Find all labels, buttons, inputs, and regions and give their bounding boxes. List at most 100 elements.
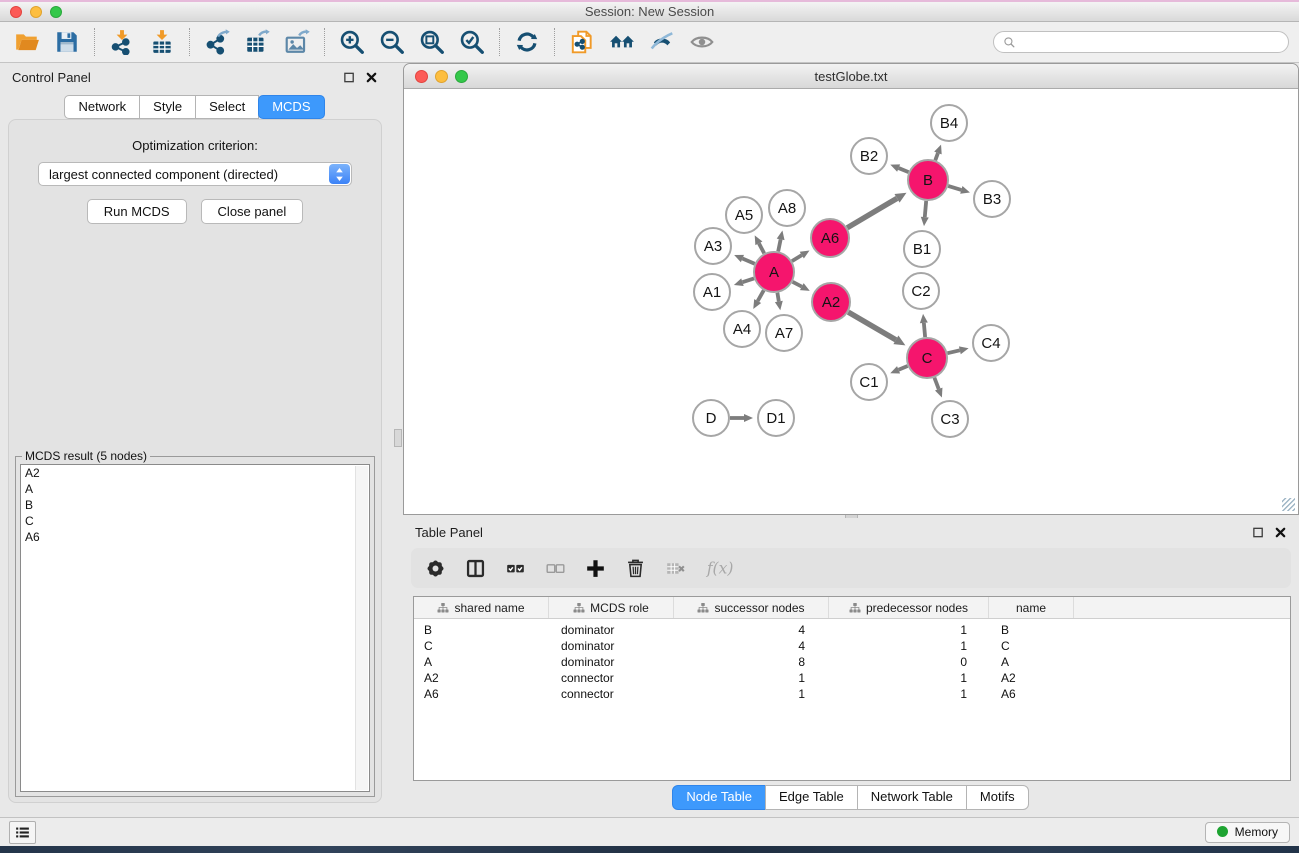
graph-node-A2[interactable]: A2	[812, 283, 850, 321]
open-session-button[interactable]	[14, 29, 40, 55]
table-options-button[interactable]	[425, 558, 446, 579]
network-maximize-button[interactable]	[455, 70, 468, 83]
graph-node-B4[interactable]: B4	[931, 105, 967, 141]
graph-edge-C-C4[interactable]	[947, 346, 968, 354]
result-list-scrollbar[interactable]	[355, 466, 368, 790]
table-cell[interactable]: connector	[549, 686, 674, 702]
graph-edge-B-B2[interactable]	[890, 164, 908, 172]
table-cell[interactable]: dominator	[549, 654, 674, 670]
table-cell[interactable]: A6	[414, 686, 549, 702]
graph-edge-C-C3[interactable]	[934, 378, 942, 398]
duplicate-network-button[interactable]	[569, 29, 595, 55]
graph-edge-A6-B[interactable]	[847, 193, 906, 228]
graph-node-A1[interactable]: A1	[694, 274, 730, 310]
graph-node-C3[interactable]: C3	[932, 401, 968, 437]
float-control-panel-button[interactable]	[343, 71, 356, 84]
tab-edge-table[interactable]: Edge Table	[765, 785, 858, 810]
network-window-titlebar[interactable]: testGlobe.txt	[404, 64, 1298, 89]
network-canvas[interactable]: B4B2BB3A8A5A6A3B1AC2A1A2A4A7C4CC1C3DD1	[405, 90, 1297, 513]
refresh-view-button[interactable]	[514, 29, 540, 55]
tab-network[interactable]: Network	[64, 95, 140, 119]
graph-node-C[interactable]: C	[907, 338, 947, 378]
graph-edge-A-A6[interactable]	[792, 250, 810, 261]
column-header-name[interactable]: name	[989, 597, 1074, 618]
table-cell[interactable]: 1	[674, 686, 829, 702]
graph-node-C1[interactable]: C1	[851, 364, 887, 400]
graph-edge-A-A4[interactable]	[753, 290, 763, 309]
tab-node-table[interactable]: Node Table	[672, 785, 766, 810]
minimize-window-button[interactable]	[30, 6, 42, 18]
deselect-all-rows-button[interactable]	[545, 558, 566, 579]
mcds-result-item[interactable]: C	[21, 513, 369, 529]
tab-select[interactable]: Select	[195, 95, 259, 119]
graph-edge-D-D1[interactable]	[730, 414, 753, 422]
search-box[interactable]	[993, 31, 1289, 53]
table-cell[interactable]: B	[989, 622, 1074, 638]
graph-node-D[interactable]: D	[693, 400, 729, 436]
graph-node-B2[interactable]: B2	[851, 138, 887, 174]
column-header-shared-name[interactable]: shared name	[414, 597, 549, 618]
table-cell[interactable]: 1	[829, 638, 989, 654]
import-table-button[interactable]	[149, 29, 175, 55]
table-cell[interactable]: connector	[549, 670, 674, 686]
birds-eye-view-button[interactable]	[689, 29, 715, 55]
table-cell[interactable]: 4	[674, 622, 829, 638]
import-network-button[interactable]	[109, 29, 135, 55]
column-header-successor-nodes[interactable]: successor nodes	[674, 597, 829, 618]
graph-node-A3[interactable]: A3	[695, 228, 731, 264]
graph-node-C4[interactable]: C4	[973, 325, 1009, 361]
graph-edge-A-A5[interactable]	[755, 235, 765, 253]
memory-button[interactable]: Memory	[1205, 822, 1290, 843]
mcds-result-item[interactable]: A6	[21, 529, 369, 545]
table-cell[interactable]: A2	[414, 670, 549, 686]
mcds-result-item[interactable]: A	[21, 481, 369, 497]
float-table-panel-button[interactable]	[1252, 526, 1265, 539]
network-minimize-button[interactable]	[435, 70, 448, 83]
table-cell[interactable]: 1	[829, 686, 989, 702]
graph-node-A[interactable]: A	[754, 252, 794, 292]
graph-edge-A-A1[interactable]	[734, 278, 754, 286]
zoom-fit-button[interactable]	[419, 29, 445, 55]
table-row[interactable]: Bdominator41B	[414, 622, 1290, 638]
run-mcds-button[interactable]: Run MCDS	[87, 199, 187, 224]
table-cell[interactable]: A	[414, 654, 549, 670]
graph-edge-A-A8[interactable]	[777, 231, 785, 252]
table-cell[interactable]: dominator	[549, 638, 674, 654]
table-cell[interactable]: 4	[674, 638, 829, 654]
zoom-selected-button[interactable]	[459, 29, 485, 55]
home-view-button[interactable]	[609, 29, 635, 55]
graph-node-B3[interactable]: B3	[974, 181, 1010, 217]
graph-node-B1[interactable]: B1	[904, 231, 940, 267]
graph-node-C2[interactable]: C2	[903, 273, 939, 309]
graph-node-D1[interactable]: D1	[758, 400, 794, 436]
close-control-panel-button[interactable]	[365, 71, 378, 84]
tab-style[interactable]: Style	[139, 95, 196, 119]
export-network-button[interactable]	[204, 29, 230, 55]
export-image-button[interactable]	[284, 29, 310, 55]
table-cell[interactable]: 0	[829, 654, 989, 670]
graph-node-A8[interactable]: A8	[769, 190, 805, 226]
search-input[interactable]	[1022, 35, 1279, 49]
mcds-result-item[interactable]: A2	[21, 465, 369, 481]
toggle-graphics-details-button[interactable]	[649, 29, 675, 55]
tab-motifs[interactable]: Motifs	[966, 785, 1029, 810]
table-row[interactable]: A2connector11A2	[414, 670, 1290, 686]
resize-corner-handle[interactable]	[1282, 498, 1295, 511]
graph-edge-A-A2[interactable]	[793, 282, 810, 291]
table-cell[interactable]: 8	[674, 654, 829, 670]
column-header-mcds-role[interactable]: MCDS role	[549, 597, 674, 618]
create-column-button[interactable]	[585, 558, 606, 579]
close-table-panel-button[interactable]	[1274, 526, 1287, 539]
fullscreen-window-button[interactable]	[50, 6, 62, 18]
show-columns-button[interactable]	[465, 558, 486, 579]
table-cell[interactable]: 1	[829, 622, 989, 638]
graph-node-A6[interactable]: A6	[811, 219, 849, 257]
graph-edge-B-B1[interactable]	[921, 201, 929, 226]
graph-edge-A-A3[interactable]	[734, 255, 755, 264]
graph-edge-A-A7[interactable]	[775, 293, 783, 311]
task-history-button[interactable]	[9, 821, 36, 844]
table-cell[interactable]: C	[989, 638, 1074, 654]
table-cell[interactable]: dominator	[549, 622, 674, 638]
close-panel-button[interactable]: Close panel	[201, 199, 304, 224]
table-cell[interactable]: 1	[674, 670, 829, 686]
